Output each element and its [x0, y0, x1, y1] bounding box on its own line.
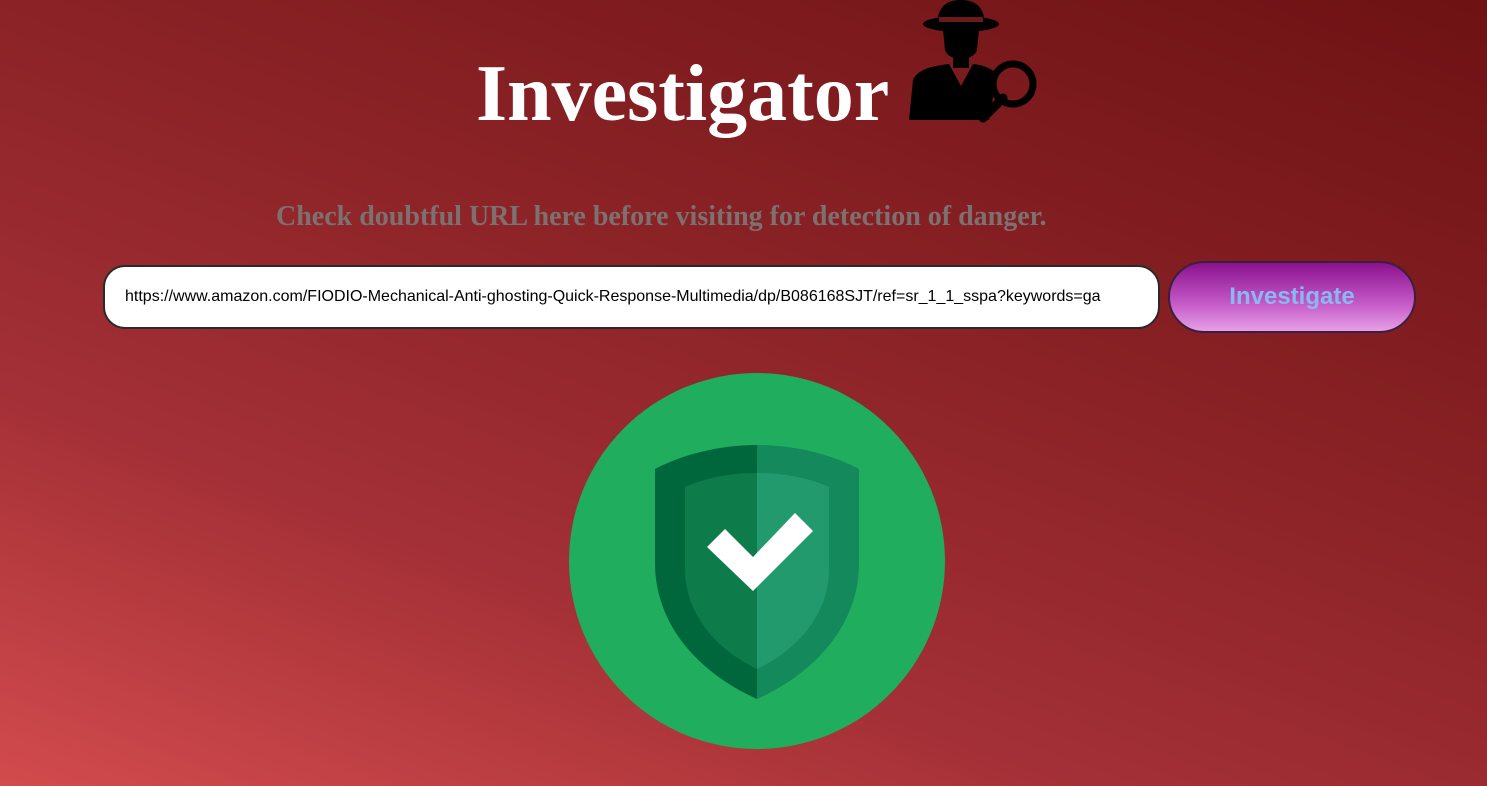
detective-magnifier-icon [909, 0, 1037, 123]
url-input[interactable] [103, 265, 1160, 329]
safe-shield-check-icon [569, 373, 945, 749]
page-title: Investigator [476, 50, 890, 138]
header: Investigator [0, 0, 1487, 140]
investigate-button[interactable]: Investigate [1168, 261, 1416, 333]
subtitle: Check doubtful URL here before visiting … [276, 201, 1047, 232]
